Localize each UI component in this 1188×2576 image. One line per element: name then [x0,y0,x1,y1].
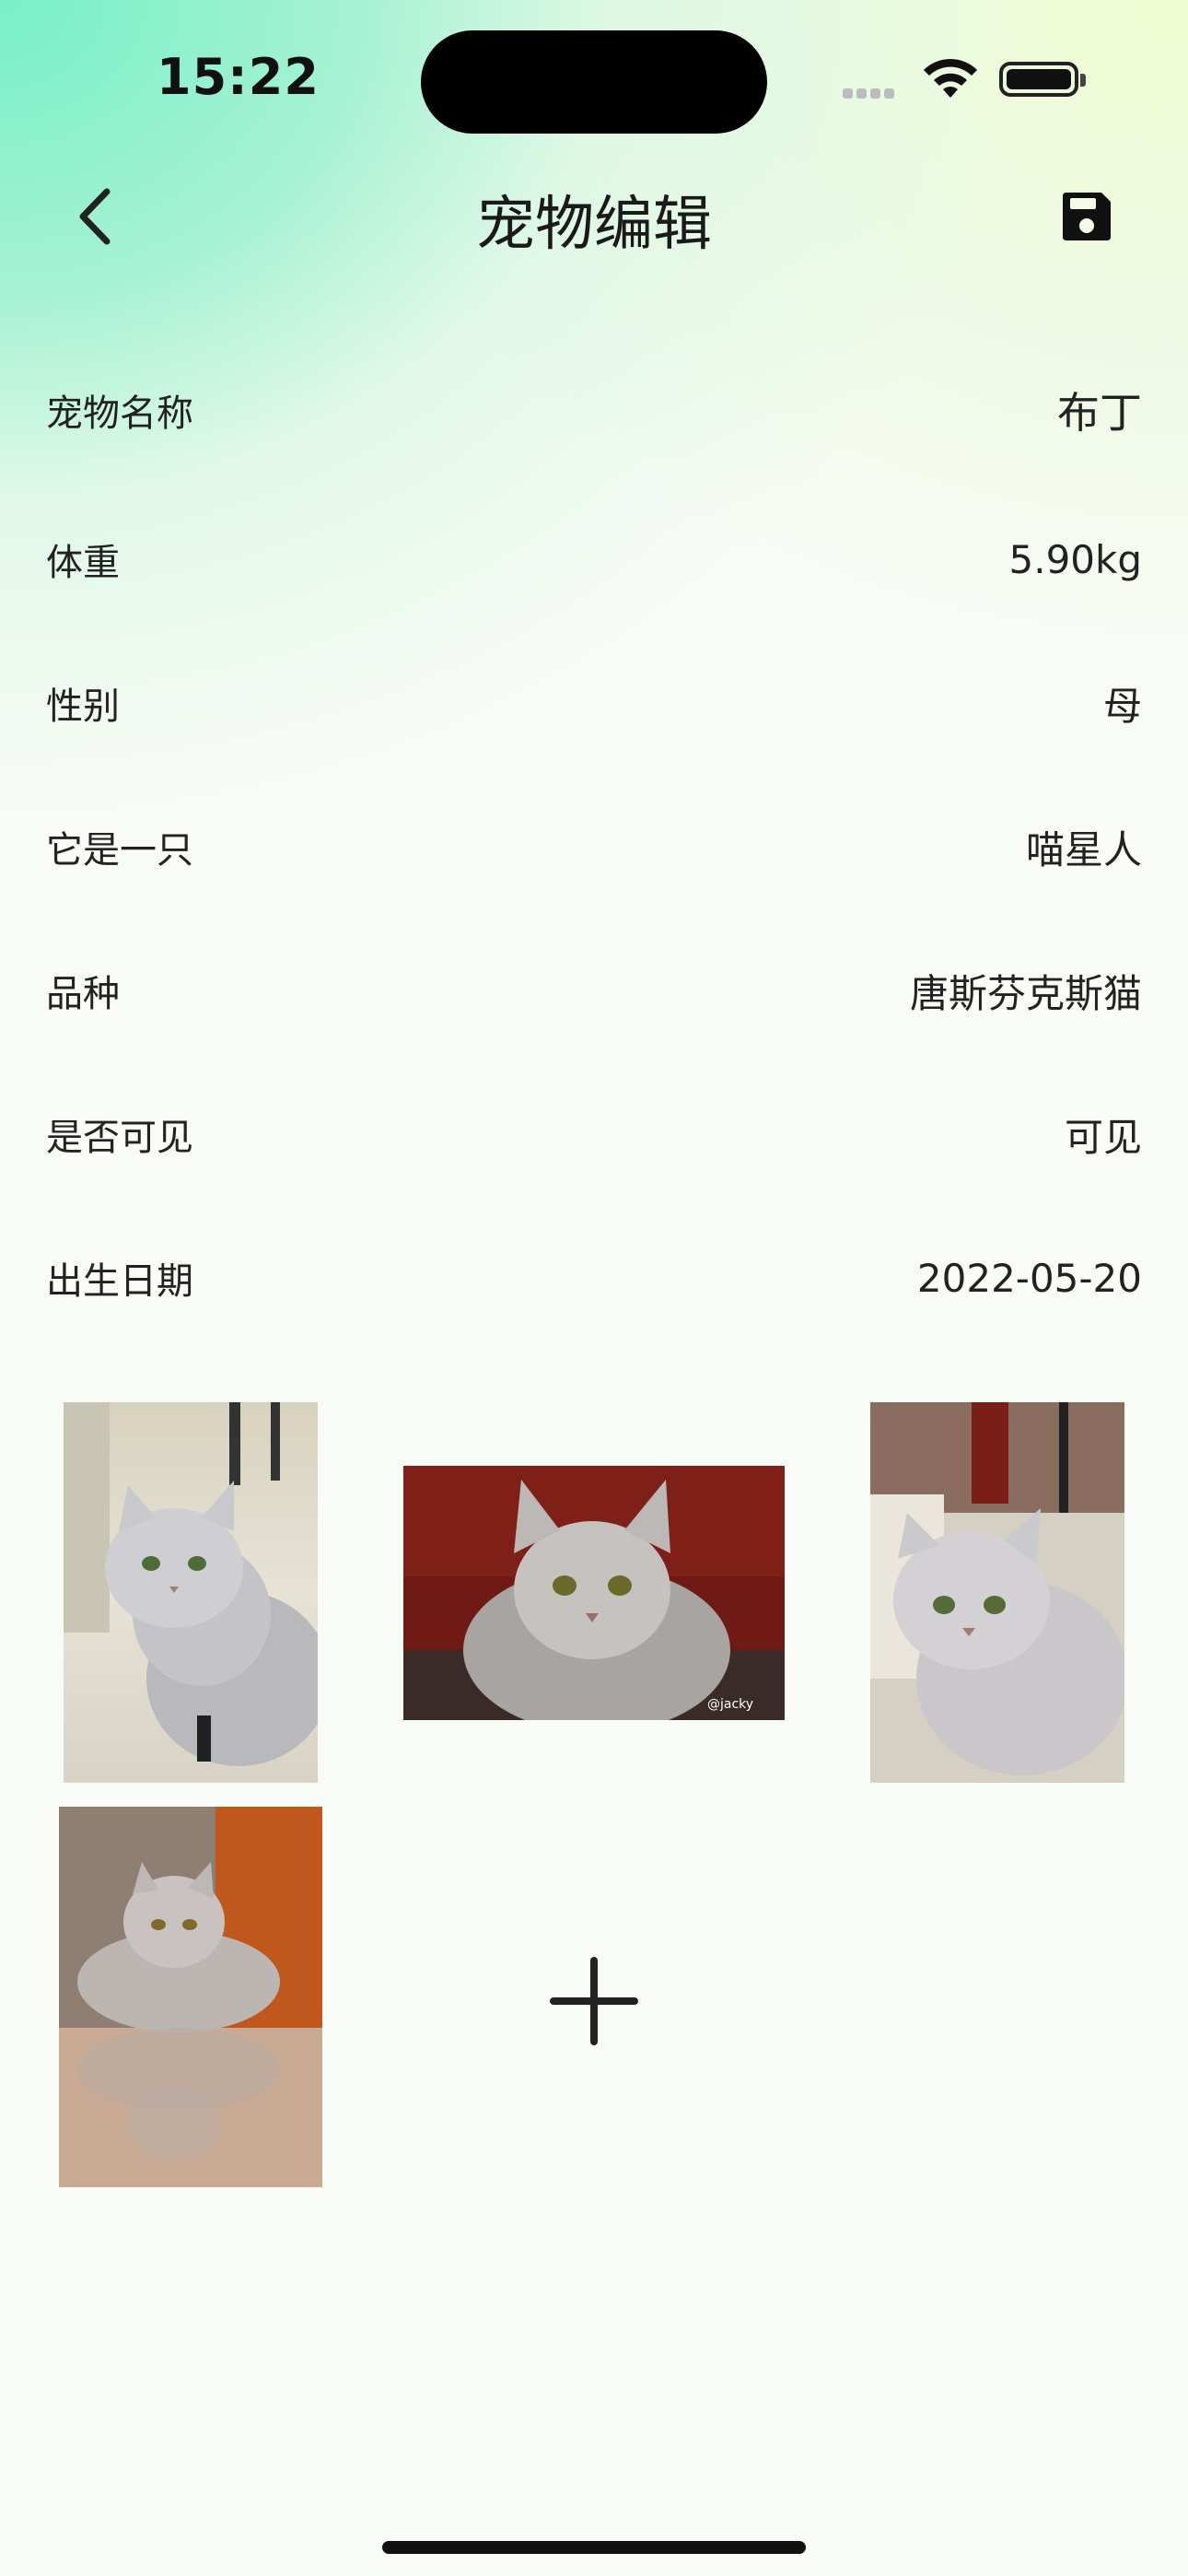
cat-photo-2[interactable]: @jacky [403,1466,785,1720]
wifi-icon [921,57,980,105]
field-label: 体重 [46,542,120,584]
battery-icon [999,62,1078,97]
cat-photo-3[interactable] [870,1402,1124,1783]
save-button[interactable] [1059,189,1114,244]
field-label: 它是一只 [46,829,193,872]
field-row-name[interactable]: 宠物名称 布丁 [46,364,1142,456]
home-indicator [382,2541,806,2554]
field-row-species[interactable]: 它是一只 喵星人 [46,801,1142,893]
field-value: 布丁 [1057,388,1142,438]
field-label: 性别 [46,685,120,728]
cellular-signal-icon [843,85,898,102]
cat-photo-1[interactable] [64,1402,318,1783]
battery-cap [1080,74,1086,87]
status-time: 15:22 [157,48,320,106]
field-value: 5.90kg [1008,536,1143,582]
photo-watermark: @jacky [707,1697,753,1712]
dynamic-island [421,30,767,134]
plus-icon [550,1957,638,2045]
add-photo-button[interactable] [548,1955,640,2047]
field-label: 是否可见 [46,1117,193,1159]
field-label: 出生日期 [46,1260,193,1303]
field-value: 喵星人 [1025,826,1142,872]
field-row-gender[interactable]: 性别 母 [46,657,1142,749]
field-label: 品种 [46,973,120,1015]
field-row-birthday[interactable]: 出生日期 2022-05-20 [46,1232,1142,1324]
cat-photo-4[interactable] [59,1807,322,2187]
floppy-disk-icon [1063,193,1111,240]
field-row-visibility[interactable]: 是否可见 可见 [46,1088,1142,1180]
field-value: 可见 [1064,1114,1142,1160]
field-value: 母 [1102,683,1142,729]
page-title: 宠物编辑 [476,191,712,259]
field-value: 唐斯芬克斯猫 [909,970,1142,1016]
field-row-breed[interactable]: 品种 唐斯芬克斯猫 [46,944,1142,1036]
field-row-weight[interactable]: 体重 5.90kg [46,513,1142,605]
field-label: 宠物名称 [46,392,193,435]
field-value: 2022-05-20 [916,1255,1142,1301]
